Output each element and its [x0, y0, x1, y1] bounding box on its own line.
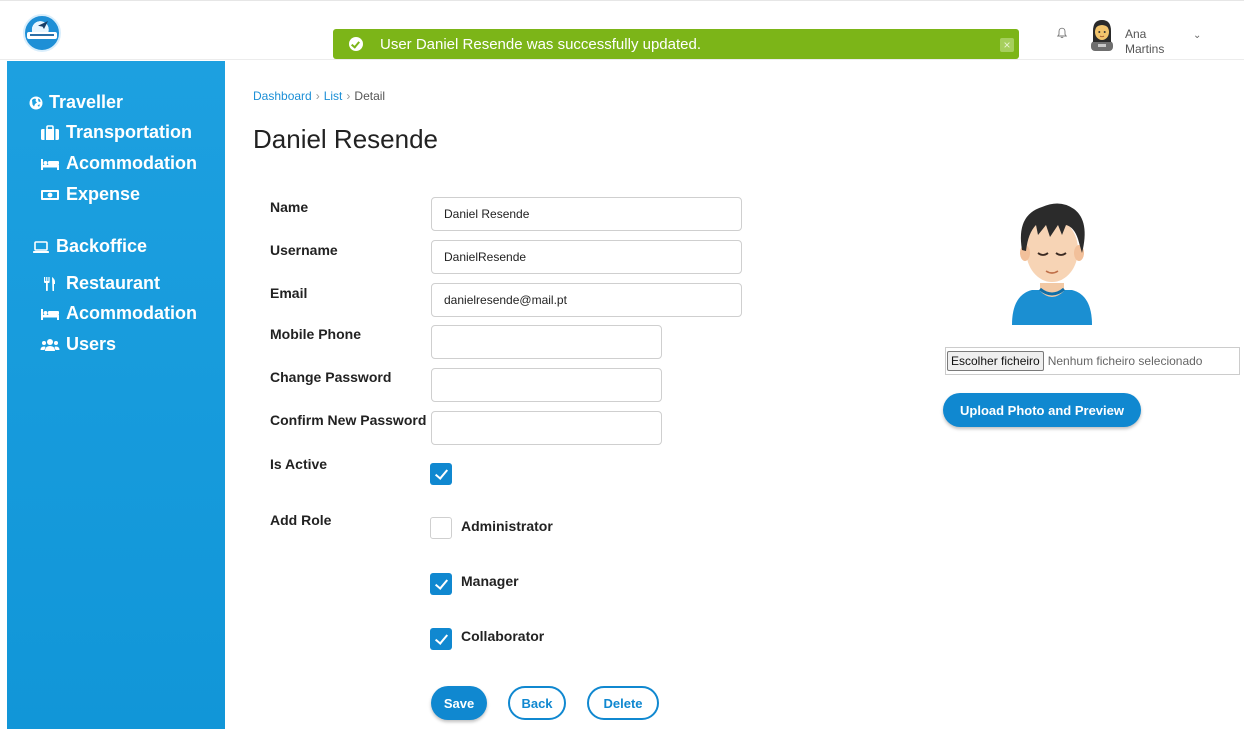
- breadcrumb-list[interactable]: List: [324, 89, 343, 103]
- role-manager-label: Manager: [461, 573, 519, 589]
- sidebar-item-expense[interactable]: Expense: [40, 184, 140, 205]
- breadcrumb-separator: ›: [315, 89, 320, 103]
- file-input[interactable]: Escolher ficheiro Nenhum ficheiro seleci…: [945, 347, 1240, 375]
- globe-icon: [29, 96, 43, 109]
- logo-band: [27, 32, 57, 39]
- upload-photo-button[interactable]: Upload Photo and Preview: [943, 393, 1141, 427]
- sidebar-item-label: Acommodation: [66, 153, 198, 173]
- confirm-password-input[interactable]: [431, 411, 662, 445]
- back-button[interactable]: Back: [508, 686, 566, 720]
- choose-file-button[interactable]: Escolher ficheiro: [947, 351, 1044, 371]
- utensils-icon: [44, 276, 56, 291]
- email-label: Email: [270, 285, 308, 301]
- sidebar-item-acommodation-backoffice[interactable]: Acommodation: [40, 303, 197, 324]
- user-avatar[interactable]: [1085, 17, 1119, 51]
- sidebar-item-label: Expense: [66, 184, 141, 204]
- profile-photo: [1012, 203, 1092, 325]
- top-border: [0, 0, 1244, 1]
- bed-icon: [41, 158, 59, 170]
- name-input[interactable]: [431, 197, 742, 231]
- breadcrumb-separator: ›: [346, 89, 351, 103]
- breadcrumb-current: Detail: [354, 89, 386, 103]
- role-collaborator-label: Collaborator: [461, 628, 545, 644]
- role-administrator-checkbox[interactable]: [430, 517, 452, 539]
- username-input[interactable]: [431, 240, 742, 274]
- confirm-password-label: Confirm New Password: [270, 412, 427, 428]
- role-administrator-label: Administrator: [461, 518, 553, 534]
- check-circle-icon: [349, 37, 363, 51]
- success-toast: User Daniel Resende was successfully upd…: [333, 29, 1019, 59]
- sidebar-item-label: Acommodation: [66, 303, 198, 323]
- file-status-text: Nenhum ficheiro selecionado: [1047, 354, 1203, 368]
- change-password-input[interactable]: [431, 368, 662, 402]
- app-logo[interactable]: [23, 14, 61, 52]
- sidebar-section-traveller[interactable]: Traveller: [29, 92, 123, 113]
- bed-icon: [41, 308, 59, 320]
- name-label: Name: [270, 199, 309, 215]
- is-active-checkbox[interactable]: [430, 463, 452, 485]
- username-label: Username: [270, 242, 338, 258]
- breadcrumb-dashboard[interactable]: Dashboard: [253, 89, 312, 103]
- sidebar-item-label: Transportation: [66, 122, 193, 142]
- sidebar: Traveller Transportation Acommodation Ex…: [7, 61, 225, 729]
- save-button[interactable]: Save: [431, 686, 487, 720]
- is-active-label: Is Active: [270, 456, 328, 472]
- mobile-phone-label: Mobile Phone: [270, 326, 361, 342]
- chevron-down-icon[interactable]: ⌄: [1193, 30, 1201, 41]
- bell-icon[interactable]: [1056, 27, 1068, 39]
- sidebar-item-acommodation[interactable]: Acommodation: [40, 153, 197, 174]
- toast-message: User Daniel Resende was successfully upd…: [380, 35, 701, 53]
- sidebar-item-transportation[interactable]: Transportation: [40, 122, 192, 143]
- logo-plane-icon: [38, 21, 48, 29]
- users-icon: [40, 338, 60, 351]
- sidebar-item-restaurant[interactable]: Restaurant: [40, 273, 160, 294]
- top-bar: User Daniel Resende was successfully upd…: [0, 0, 1244, 60]
- role-collaborator-checkbox[interactable]: [430, 628, 452, 650]
- laptop-icon: [33, 240, 49, 253]
- toast-close-button[interactable]: ×: [1000, 38, 1014, 52]
- sidebar-item-users[interactable]: Users: [40, 334, 116, 355]
- page-title: Daniel Resende: [253, 124, 439, 154]
- add-role-label: Add Role: [270, 512, 332, 528]
- breadcrumb: Dashboard › List › Detail: [253, 89, 385, 103]
- user-first-name: Ana: [1125, 27, 1147, 41]
- change-password-label: Change Password: [270, 369, 392, 385]
- delete-button[interactable]: Delete: [587, 686, 659, 720]
- sidebar-item-label: Users: [66, 334, 117, 354]
- suitcase-icon: [41, 124, 59, 140]
- money-icon: [41, 189, 59, 200]
- mobile-phone-input[interactable]: [431, 325, 662, 359]
- sidebar-item-label: Restaurant: [66, 273, 161, 293]
- role-manager-checkbox[interactable]: [430, 573, 452, 595]
- user-name[interactable]: Ana Martins: [1125, 27, 1164, 57]
- email-input[interactable]: [431, 283, 742, 317]
- sidebar-section-backoffice[interactable]: Backoffice: [32, 236, 147, 257]
- sidebar-section-label: Backoffice: [56, 236, 148, 256]
- sidebar-section-label: Traveller: [49, 92, 124, 112]
- user-last-name: Martins: [1125, 42, 1165, 56]
